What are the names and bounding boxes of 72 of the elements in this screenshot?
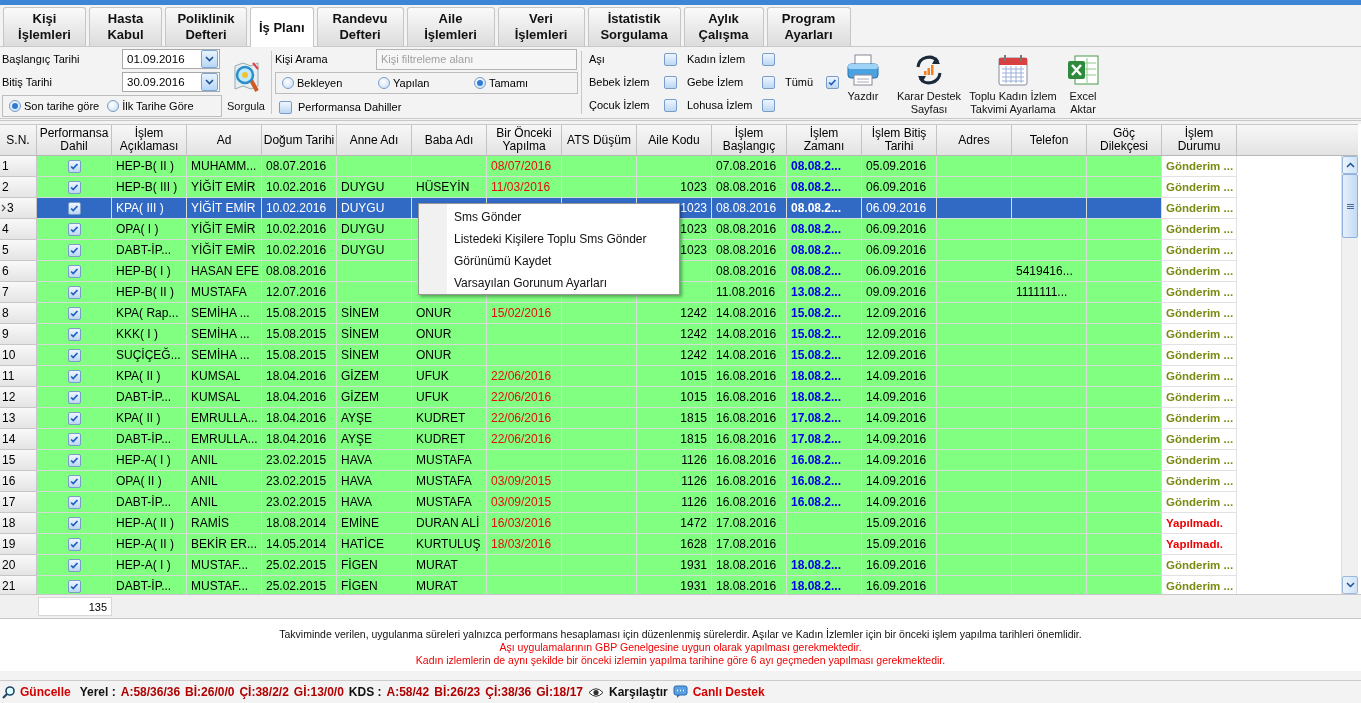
row-number: 9 (2, 327, 9, 341)
checkbox-label: Tümü (785, 76, 814, 88)
row-number: 10 (2, 348, 16, 362)
row-number: 18 (2, 516, 16, 530)
status-value: Gİ:18/17 (536, 685, 583, 699)
summary-cell: 135 (38, 597, 112, 616)
status-cell: Gönderim ... (1162, 408, 1237, 429)
status-label: KDS : (348, 685, 382, 699)
row-number: 21 (2, 579, 16, 593)
status-value: A:58/36/36 (120, 685, 181, 699)
field-label: Kişi Arama (275, 53, 329, 65)
row-number: 13 (2, 411, 16, 425)
row-number: 20 (2, 558, 16, 572)
status-cell: Gönderim ... (1162, 324, 1237, 345)
checkbox-label: Aşı (589, 53, 605, 65)
row-number: 3 (7, 201, 14, 215)
note-text: Takviminde verilen, uygulanma süreleri yalnızca performans hesaplaması için düzenlenmiş sürelerdir. Aşılar ve Kadın İzlemler için bir önceki işlem yapılma tarihleri önemlidir. (279, 628, 1082, 641)
row-number: 19 (2, 537, 16, 551)
status-cell: Gönderim ... (1162, 198, 1237, 219)
status-cell: Gönderim ... (1162, 576, 1237, 594)
status-cell: Gönderim ... (1162, 261, 1237, 282)
status-cell: Gönderim ... (1162, 450, 1237, 471)
field-label: Başlangıç Tarihi (2, 53, 81, 65)
radio-label: İlk Tarihe Göre (122, 100, 194, 112)
status-value: Çİ:38/2/2 (239, 685, 289, 699)
status-cell: Gönderim ... (1162, 303, 1237, 324)
row-number: 14 (2, 432, 16, 446)
radio-label: Bekleyen (297, 77, 343, 89)
checkbox-label: Gebe İzlem (687, 76, 744, 88)
status-cell: Gönderim ... (1162, 282, 1237, 303)
row-number: 17 (2, 495, 16, 509)
radio-label: Yapılan (393, 77, 430, 89)
checkbox-label: Çocuk İzlem (589, 99, 650, 111)
status-cell: Gönderim ... (1162, 492, 1237, 513)
status-cell: Gönderim ... (1162, 219, 1237, 240)
row-number: 2 (2, 180, 9, 194)
row-number: 15 (2, 453, 16, 467)
status-cell: Gönderim ... (1162, 471, 1237, 492)
radio-label: Tamamı (489, 77, 529, 89)
row-number: 11 (2, 369, 15, 383)
row-number: 4 (2, 222, 9, 236)
status-cell: Gönderim ... (1162, 387, 1237, 408)
row-number: 7 (2, 285, 9, 299)
status-cell: Yapılmadı. (1162, 513, 1237, 534)
status-cell: Gönderim ... (1162, 555, 1237, 576)
status-cell: Gönderim ... (1162, 240, 1237, 261)
field-label: Bitiş Tarihi (2, 76, 53, 88)
status-cell: Gönderim ... (1162, 177, 1237, 198)
note-text: Kadın izlemlerin de aynı şekilde bir önceki izlemin yapılma tarihine göre 6 ayı geçmeden yapılması gerekmektedir. (415, 654, 946, 667)
status-value: Bİ:26/0/0 (185, 685, 235, 699)
note-text: Aşı uygulamalarının GBP Genelgesine uygun olarak yapılması gerekmektedir. (499, 641, 862, 654)
status-cell: Gönderim ... (1162, 366, 1237, 387)
status-cell: Gönderim ... (1162, 345, 1237, 366)
status-value: Bİ:26/23 (434, 685, 481, 699)
row-number: 12 (2, 390, 16, 404)
checkbox-label: Lohusa İzlem (687, 99, 753, 111)
status-value: Çİ:38/36 (485, 685, 532, 699)
checkbox-label: Bebek İzlem (589, 76, 650, 88)
status-cell: Gönderim ... (1162, 429, 1237, 450)
status-value: Gİ:13/0/0 (293, 685, 344, 699)
radio-label: Son tarihe göre (24, 100, 100, 112)
row-number: 8 (2, 306, 9, 320)
status-label: Yerel : (79, 685, 116, 699)
status-value: A:58/42 (386, 685, 430, 699)
checkbox-label: Kadın İzlem (687, 53, 746, 65)
row-number: 1 (2, 159, 9, 173)
status-cell: Yapılmadı. (1162, 534, 1237, 555)
checkbox-label: Performansa Dahiller (298, 101, 402, 113)
row-number: 6 (2, 264, 9, 278)
status-cell: Gönderim ... (1162, 156, 1237, 177)
row-number: 16 (2, 474, 16, 488)
row-number: 5 (2, 243, 9, 257)
